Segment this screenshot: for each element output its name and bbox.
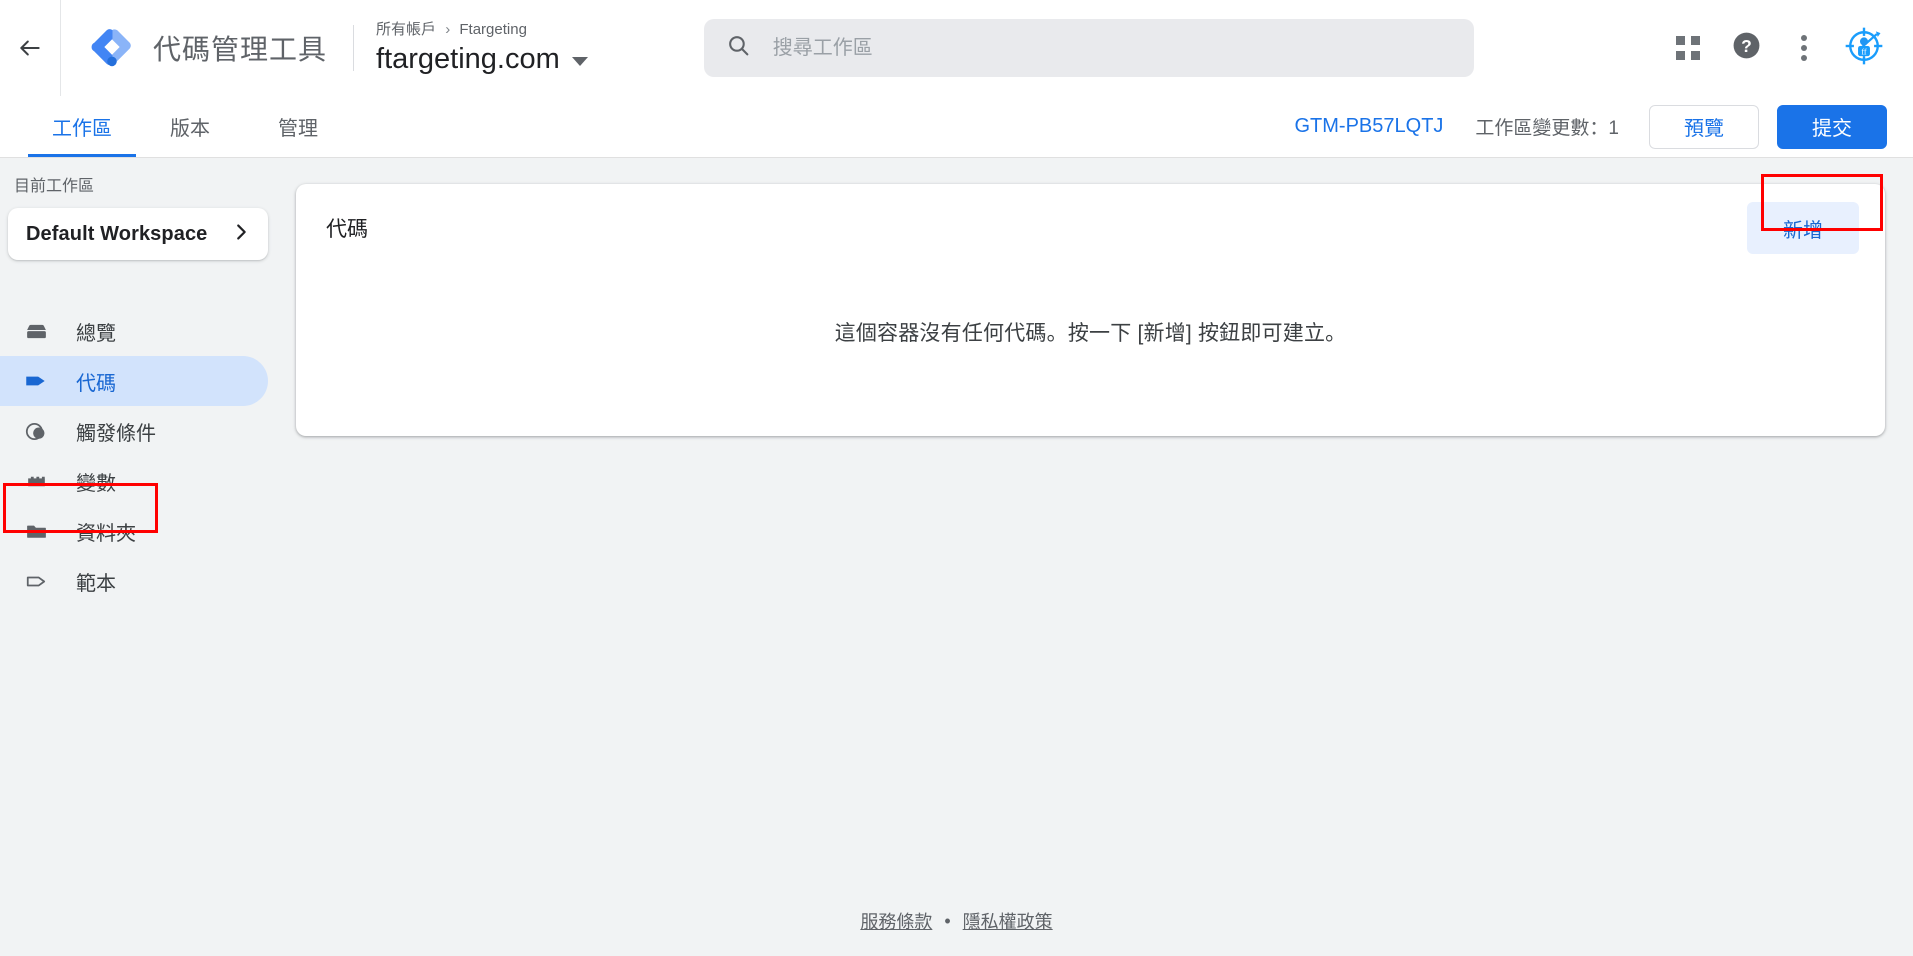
tab-workspace-label: 工作區 (52, 118, 112, 140)
workspace-name: Default Workspace (26, 222, 208, 245)
preview-button[interactable]: 預覽 (1649, 104, 1759, 149)
apps-button[interactable] (1663, 23, 1713, 73)
help-circle-icon: ? (1731, 30, 1762, 66)
target-account-icon: ff (1842, 24, 1886, 73)
tab-admin[interactable]: 管理 (244, 96, 352, 157)
card-header: 代碼 新增 (296, 184, 1885, 272)
chevron-right-icon (230, 221, 252, 248)
brand-block[interactable]: 代碼管理工具 (61, 25, 327, 71)
add-tag-button[interactable]: 新增 (1747, 202, 1859, 254)
main-content: 代碼 新增 這個容器沒有任何代碼。按一下 [新增] 按鈕即可建立。 (296, 158, 1913, 956)
account-container-block: 所有帳戶 › Ftargeting ftargeting.com (376, 20, 588, 77)
current-workspace-label: 目前工作區 (14, 178, 95, 195)
sidebar-item-overview[interactable]: 總覽 (0, 306, 296, 356)
tab-bar: 工作區 版本 管理 GTM-PB57LQTJ 工作區變更數：1 預覽 提交 (0, 96, 1913, 158)
trigger-circles-icon (22, 419, 50, 444)
apps-grid-icon (1676, 36, 1700, 60)
sidebar-item-overview-label: 總覽 (76, 322, 116, 345)
more-vert-icon (1801, 35, 1807, 61)
footer-separator: • (944, 910, 951, 931)
tab-admin-label: 管理 (278, 118, 318, 140)
svg-text:?: ? (1741, 36, 1752, 56)
variable-block-icon (22, 469, 50, 494)
tag-icon (22, 368, 50, 394)
workspace-changes-count: 工作區變更數：1 (1475, 118, 1619, 139)
caret-down-icon[interactable] (571, 57, 588, 66)
arrow-left-icon (17, 35, 43, 61)
top-header: 代碼管理工具 所有帳戶 › Ftargeting ftargeting.com (0, 0, 1913, 96)
breadcrumb: 所有帳戶 › Ftargeting (376, 20, 588, 40)
product-title: 代碼管理工具 (153, 34, 328, 65)
svg-text:ff: ff (1861, 47, 1867, 56)
google-tag-manager-logo (89, 25, 135, 71)
tags-card: 代碼 新增 這個容器沒有任何代碼。按一下 [新增] 按鈕即可建立。 (296, 184, 1885, 436)
search-box[interactable] (703, 19, 1474, 77)
breadcrumb-account[interactable]: 所有帳戶 (376, 21, 436, 38)
overview-box-icon (22, 319, 50, 344)
sidebar-item-tags[interactable]: 代碼 (0, 356, 268, 406)
empty-state-message: 這個容器沒有任何代碼。按一下 [新增] 按鈕即可建立。 (834, 322, 1347, 345)
tab-versions-label: 版本 (170, 118, 210, 140)
container-selector[interactable]: ftargeting.com (376, 41, 588, 77)
body: 目前工作區 Default Workspace 總覽 代碼 觸發條件 變數 資料… (0, 158, 1913, 956)
help-button[interactable]: ? (1721, 23, 1771, 73)
privacy-policy-link[interactable]: 隱私權政策 (963, 908, 1053, 934)
sidebar-item-templates[interactable]: 範本 (0, 556, 296, 606)
sidebar-nav: 總覽 代碼 觸發條件 變數 資料夾 範本 (0, 306, 296, 606)
sidebar-item-folders[interactable]: 資料夾 (0, 506, 296, 556)
workspace-selector-card[interactable]: Default Workspace (8, 208, 268, 260)
back-button[interactable] (0, 0, 60, 96)
sidebar-item-templates-label: 範本 (76, 572, 116, 595)
sidebar-item-triggers[interactable]: 觸發條件 (0, 406, 296, 456)
template-tag-icon (22, 569, 50, 594)
header-actions: ? ff (1663, 23, 1913, 73)
submit-button[interactable]: 提交 (1777, 104, 1887, 149)
card-title: 代碼 (326, 218, 368, 241)
breadcrumb-current[interactable]: Ftargeting (459, 21, 527, 38)
sidebar: 目前工作區 Default Workspace 總覽 代碼 觸發條件 變數 資料… (0, 158, 296, 956)
footer: 服務條款 • 隱私權政策 (0, 908, 1913, 934)
folder-icon (22, 519, 50, 544)
sidebar-item-tags-label: 代碼 (76, 372, 116, 395)
tab-workspace[interactable]: 工作區 (28, 96, 136, 157)
more-options-button[interactable] (1779, 23, 1829, 73)
gtm-app-window: 代碼管理工具 所有帳戶 › Ftargeting ftargeting.com (0, 0, 1913, 956)
breadcrumb-separator: › (445, 20, 451, 38)
container-id-link[interactable]: GTM-PB57LQTJ (1295, 115, 1444, 138)
tab-bar-actions: GTM-PB57LQTJ 工作區變更數：1 預覽 提交 (1295, 96, 1913, 157)
tabs: 工作區 版本 管理 (0, 96, 352, 157)
tab-versions[interactable]: 版本 (136, 96, 244, 157)
sidebar-item-variables[interactable]: 變數 (0, 456, 296, 506)
sidebar-item-folders-label: 資料夾 (76, 522, 136, 545)
sidebar-item-variables-label: 變數 (76, 472, 116, 495)
search-input[interactable] (772, 36, 1452, 60)
search-icon (726, 33, 751, 63)
container-name: ftargeting.com (376, 42, 560, 75)
sidebar-item-triggers-label: 觸發條件 (76, 422, 156, 445)
avatar[interactable]: ff (1841, 25, 1887, 71)
card-header-actions: 新增 (1747, 202, 1859, 254)
brand-account-separator (353, 25, 355, 71)
terms-of-service-link[interactable]: 服務條款 (860, 908, 932, 934)
